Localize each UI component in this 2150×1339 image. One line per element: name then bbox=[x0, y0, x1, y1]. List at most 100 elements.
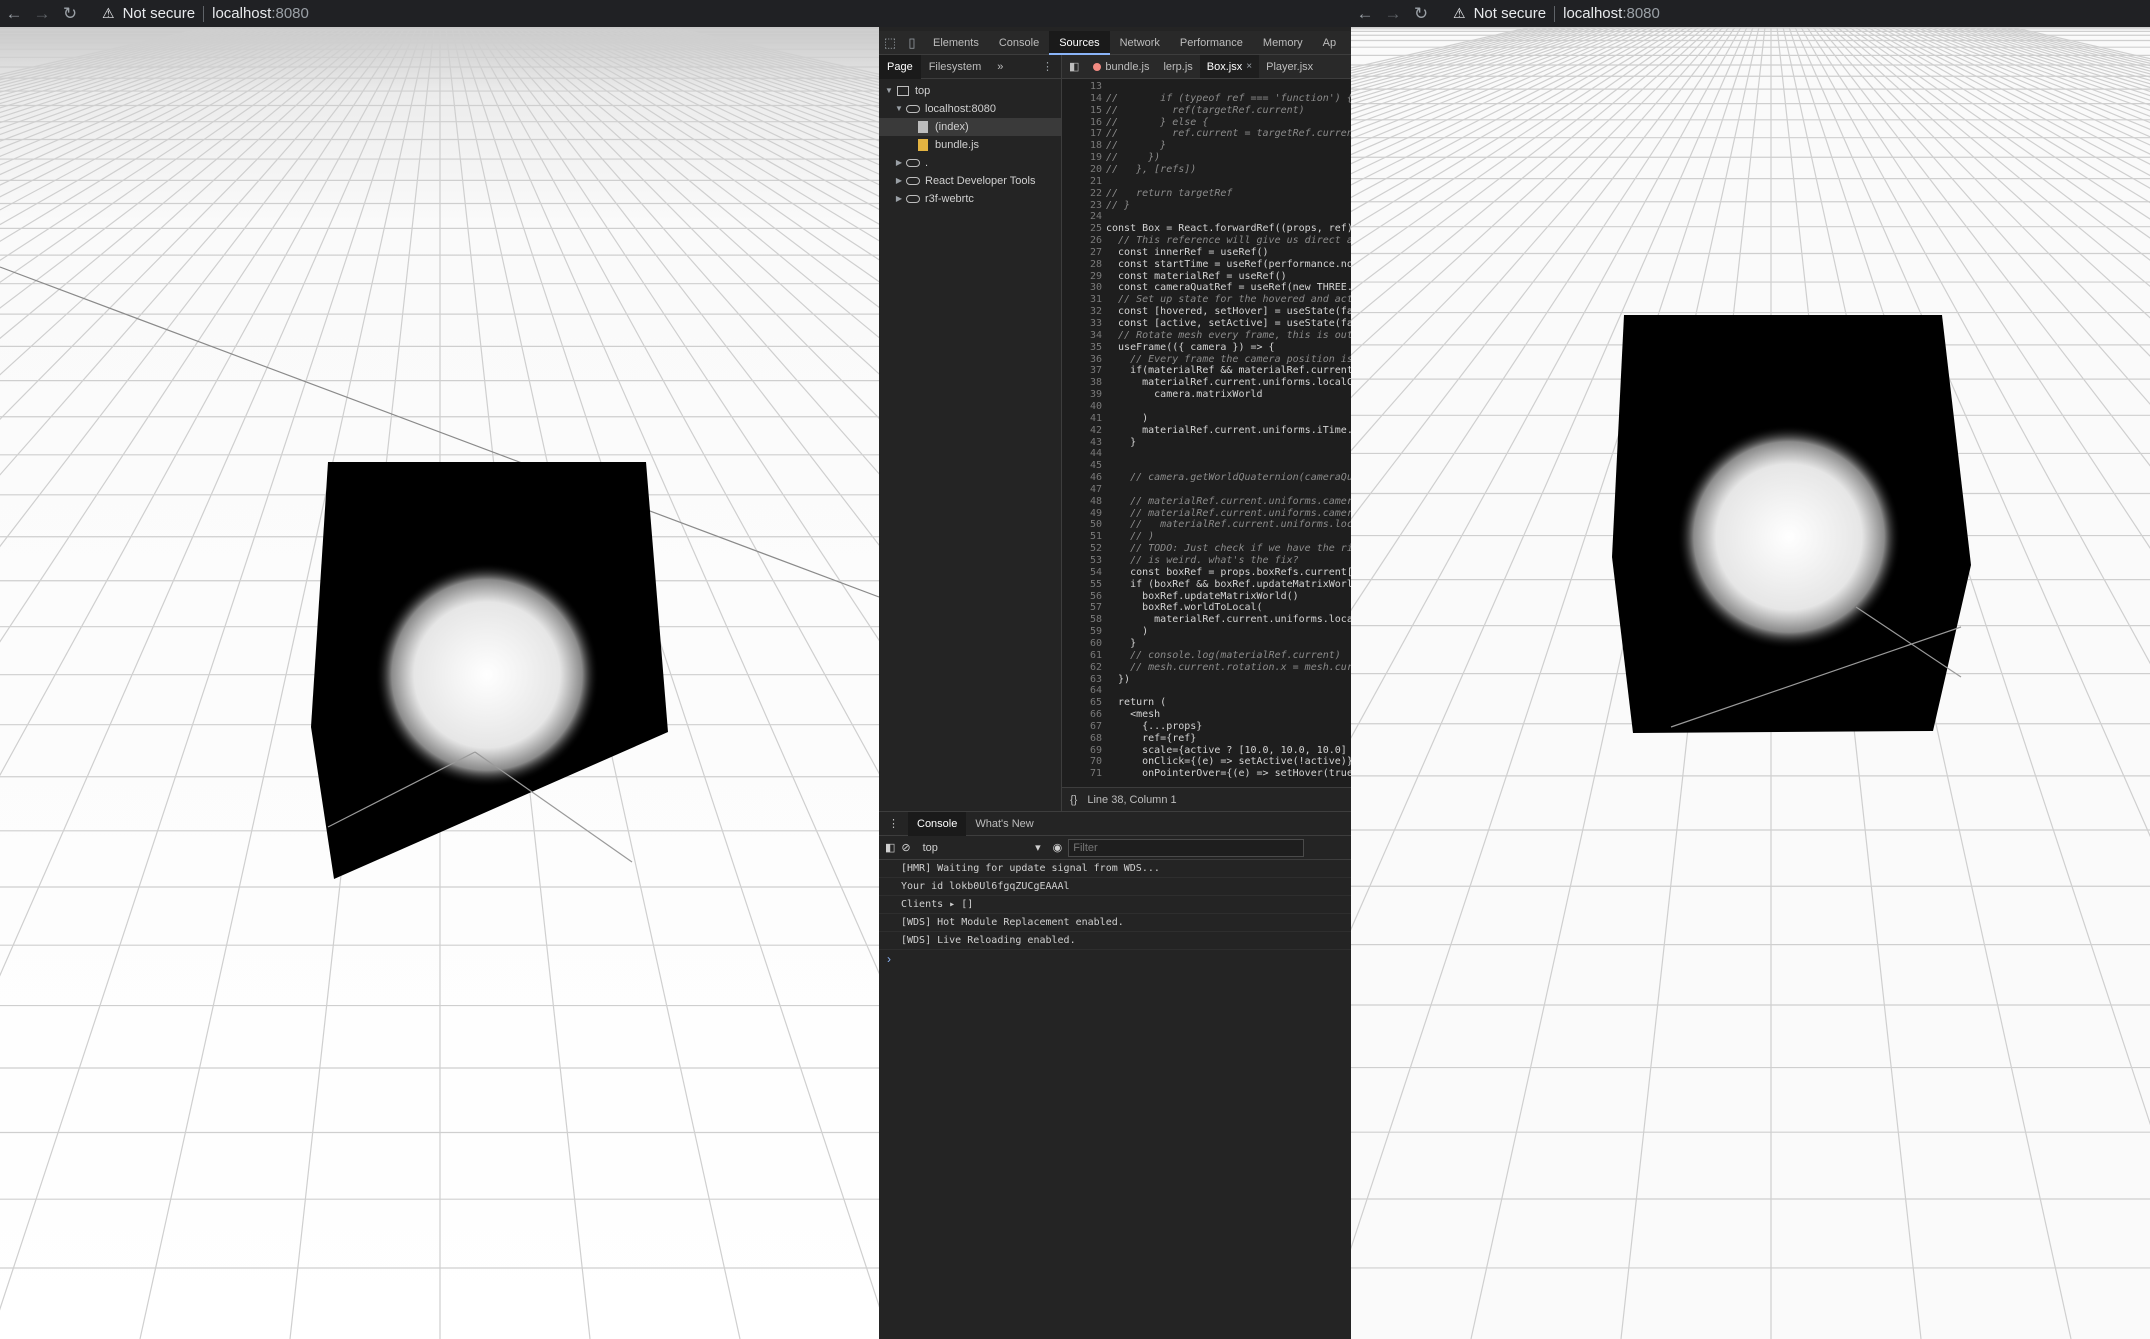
line-number[interactable]: 19 bbox=[1062, 152, 1102, 163]
live-expression-eye-icon[interactable]: ◉ bbox=[1053, 841, 1063, 854]
line-number[interactable]: 15 bbox=[1062, 105, 1102, 116]
tab-memory[interactable]: Memory bbox=[1253, 31, 1313, 55]
console-filter-input[interactable] bbox=[1068, 838, 1305, 857]
line-number[interactable]: 16 bbox=[1062, 117, 1102, 128]
back-arrow-icon[interactable]: ← bbox=[1351, 0, 1379, 27]
code-line[interactable]: // is weird. what's the fix? bbox=[1106, 555, 1299, 566]
line-number[interactable]: 34 bbox=[1062, 330, 1102, 341]
code-line[interactable]: // Every frame the camera position is bbox=[1106, 354, 1351, 365]
reload-icon[interactable]: ↻ bbox=[56, 0, 84, 27]
line-number[interactable]: 25 bbox=[1062, 223, 1102, 234]
line-number[interactable]: 45 bbox=[1062, 460, 1102, 471]
line-number[interactable]: 62 bbox=[1062, 662, 1102, 673]
line-number[interactable]: 56 bbox=[1062, 591, 1102, 602]
code-line[interactable]: // } bbox=[1106, 200, 1130, 211]
inspect-icon[interactable]: ⬚ bbox=[879, 31, 901, 55]
drawer-tab-whats-new[interactable]: What's New bbox=[966, 812, 1042, 836]
code-line[interactable]: if(materialRef && materialRef.current) bbox=[1106, 365, 1351, 376]
tree-item-react-devtools[interactable]: ▶ React Developer Tools bbox=[879, 172, 1061, 190]
code-line[interactable]: useFrame(({ camera }) => { bbox=[1106, 342, 1275, 353]
code-line[interactable]: return ( bbox=[1106, 697, 1166, 708]
sidebar-toggle-icon[interactable]: ◧ bbox=[885, 841, 895, 854]
line-number[interactable]: 64 bbox=[1062, 685, 1102, 696]
code-line[interactable]: const [hovered, setHover] = useState(fal bbox=[1106, 306, 1351, 317]
tree-item-localhost[interactable]: ▼ localhost:8080 bbox=[879, 100, 1061, 118]
security-status[interactable]: Not secure bbox=[123, 5, 196, 22]
line-number[interactable]: 32 bbox=[1062, 306, 1102, 317]
code-line[interactable]: // } else { bbox=[1106, 117, 1208, 128]
left-3d-viewport[interactable] bbox=[0, 27, 879, 1339]
tab-elements[interactable]: Elements bbox=[923, 31, 989, 55]
line-number[interactable]: 26 bbox=[1062, 235, 1102, 246]
console-message[interactable]: Clients ▸ [] bbox=[879, 896, 1351, 914]
code-line[interactable]: // ref(targetRef.current) bbox=[1106, 105, 1305, 116]
line-number[interactable]: 66 bbox=[1062, 709, 1102, 720]
code-line[interactable]: // mesh.current.rotation.x = mesh.curr bbox=[1106, 662, 1351, 673]
code-line[interactable]: // if (typeof ref === 'function') { bbox=[1106, 93, 1351, 104]
code-line[interactable]: // This reference will give us direct a bbox=[1106, 235, 1351, 246]
drawer-menu-icon[interactable]: ⋮ bbox=[879, 812, 908, 836]
code-line[interactable]: const boxRef = props.boxRefs.current[p bbox=[1106, 567, 1351, 578]
code-line[interactable]: <mesh bbox=[1106, 709, 1160, 720]
url-text[interactable]: localhost:8080 bbox=[1563, 5, 1660, 22]
left-scene-canvas[interactable] bbox=[0, 27, 879, 1339]
line-number[interactable]: 21 bbox=[1062, 176, 1102, 187]
code-view[interactable]: 13 14 // if (typeof ref === 'function') {1… bbox=[1062, 79, 1351, 779]
drawer-tab-console[interactable]: Console bbox=[908, 811, 967, 836]
line-number[interactable]: 48 bbox=[1062, 496, 1102, 507]
tab-performance[interactable]: Performance bbox=[1170, 31, 1253, 55]
security-status[interactable]: Not secure bbox=[1474, 5, 1547, 22]
console-prompt[interactable]: › bbox=[879, 950, 1351, 968]
code-line[interactable]: ) bbox=[1106, 626, 1148, 637]
code-line[interactable]: // }, [refs]) bbox=[1106, 164, 1196, 175]
code-line[interactable]: materialRef.current.uniforms.iTime.v bbox=[1106, 425, 1351, 436]
code-line[interactable]: }) bbox=[1106, 674, 1130, 685]
code-line[interactable]: // console.log(materialRef.current) bbox=[1106, 650, 1341, 661]
forward-arrow-icon[interactable]: → bbox=[1379, 0, 1407, 27]
line-number[interactable]: 35 bbox=[1062, 342, 1102, 353]
code-line[interactable]: // materialRef.current.uniforms.loca bbox=[1106, 519, 1351, 530]
line-number[interactable]: 37 bbox=[1062, 365, 1102, 376]
line-number[interactable]: 53 bbox=[1062, 555, 1102, 566]
code-line[interactable]: // Rotate mesh every frame, this is out bbox=[1106, 330, 1351, 341]
context-selector[interactable]: top ▾ bbox=[917, 839, 1047, 857]
expanded-triangle-icon[interactable]: ▼ bbox=[893, 100, 905, 118]
code-line[interactable]: // ref.current = targetRef.current bbox=[1106, 128, 1351, 139]
code-line[interactable]: onClick={(e) => setActive(!active)} bbox=[1106, 756, 1351, 767]
code-line[interactable]: const [active, setActive] = useState(fal bbox=[1106, 318, 1351, 329]
editor-tab-box[interactable]: Box.jsx × bbox=[1199, 55, 1260, 78]
code-line[interactable]: materialRef.current.uniforms.localCa bbox=[1106, 377, 1351, 388]
right-3d-viewport[interactable] bbox=[1351, 27, 2150, 1339]
tree-item-dot[interactable]: ▶ . bbox=[879, 154, 1061, 172]
line-number[interactable]: 70 bbox=[1062, 756, 1102, 767]
code-line[interactable]: } bbox=[1106, 638, 1136, 649]
collapsed-triangle-icon[interactable]: ▶ bbox=[893, 154, 905, 172]
line-number[interactable]: 54 bbox=[1062, 567, 1102, 578]
code-line[interactable]: ) bbox=[1106, 413, 1148, 424]
line-number[interactable]: 46 bbox=[1062, 472, 1102, 483]
line-number[interactable]: 59 bbox=[1062, 626, 1102, 637]
code-line[interactable]: // return targetRef bbox=[1106, 188, 1232, 199]
close-icon[interactable]: × bbox=[1246, 55, 1252, 78]
code-line[interactable]: const startTime = useRef(performance.now bbox=[1106, 259, 1351, 270]
collapsed-triangle-icon[interactable]: ▶ bbox=[893, 190, 905, 208]
tree-item-r3f-webrtc[interactable]: ▶ r3f-webrtc bbox=[879, 190, 1061, 208]
code-line[interactable]: boxRef.updateMatrixWorld() bbox=[1106, 591, 1299, 602]
code-line[interactable]: // Set up state for the hovered and acti bbox=[1106, 294, 1351, 305]
code-line[interactable]: const cameraQuatRef = useRef(new THREE.Q bbox=[1106, 282, 1351, 293]
code-line[interactable]: // materialRef.current.uniforms.camera bbox=[1106, 496, 1351, 507]
code-line[interactable]: const materialRef = useRef() bbox=[1106, 271, 1287, 282]
clear-console-icon[interactable]: ⊘ bbox=[901, 841, 910, 854]
line-number[interactable]: 52 bbox=[1062, 543, 1102, 554]
line-number[interactable]: 61 bbox=[1062, 650, 1102, 661]
line-number[interactable]: 63 bbox=[1062, 674, 1102, 685]
line-number[interactable]: 51 bbox=[1062, 531, 1102, 542]
line-number[interactable]: 41 bbox=[1062, 413, 1102, 424]
line-number[interactable]: 67 bbox=[1062, 721, 1102, 732]
code-line[interactable]: if (boxRef && boxRef.updateMatrixWorld bbox=[1106, 579, 1351, 590]
tab-filesystem[interactable]: Filesystem bbox=[921, 55, 990, 79]
line-number[interactable]: 68 bbox=[1062, 733, 1102, 744]
line-number[interactable]: 17 bbox=[1062, 128, 1102, 139]
code-line[interactable]: // materialRef.current.uniforms.camera bbox=[1106, 508, 1351, 519]
line-number[interactable]: 42 bbox=[1062, 425, 1102, 436]
